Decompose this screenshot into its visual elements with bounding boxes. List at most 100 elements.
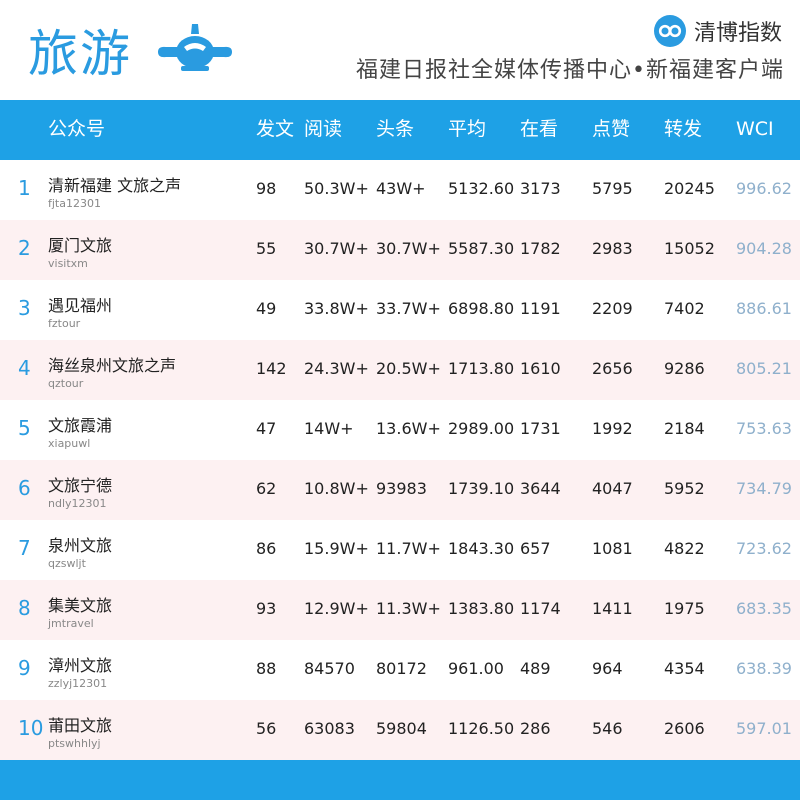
cell-shares: 4354 <box>664 659 705 678</box>
cell-reads: 50.3W+ <box>304 179 369 198</box>
cell-reads: 15.9W+ <box>304 539 369 558</box>
cell-wci: 886.61 <box>736 299 792 318</box>
cell-headline: 20.5W+ <box>376 359 441 378</box>
cell-average: 1739.10 <box>448 479 515 498</box>
cell-headline: 80172 <box>376 659 427 678</box>
cell-headline: 11.3W+ <box>376 599 441 618</box>
account-name: 海丝泉州文旅之声 <box>48 356 177 375</box>
account-name: 遇见福州 <box>48 296 113 315</box>
cell-reads: 10.8W+ <box>304 479 369 498</box>
cell-wci: 805.21 <box>736 359 792 378</box>
column-header-shares: 转发 <box>664 118 703 140</box>
cell-watching: 1191 <box>520 299 561 318</box>
cell-wci: 996.62 <box>736 179 792 198</box>
rank-number: 5 <box>18 416 31 440</box>
cell-likes: 4047 <box>592 479 633 498</box>
account-id: ptswhhlyj <box>48 737 101 750</box>
cell-shares: 5952 <box>664 479 705 498</box>
cell-watching: 3173 <box>520 179 561 198</box>
cell-watching: 489 <box>520 659 551 678</box>
cell-headline: 59804 <box>376 719 427 738</box>
cell-shares: 9286 <box>664 359 705 378</box>
cell-watching: 657 <box>520 539 551 558</box>
cell-wci: 734.79 <box>736 479 792 498</box>
cell-average: 5587.30 <box>448 239 515 258</box>
cell-likes: 1411 <box>592 599 633 618</box>
cell-posts: 55 <box>256 239 277 258</box>
account-name: 集美文旅 <box>48 596 113 615</box>
account-name: 泉州文旅 <box>48 536 113 555</box>
account-name: 漳州文旅 <box>48 656 113 675</box>
cell-posts: 62 <box>256 479 277 498</box>
column-header-headline: 头条 <box>376 118 415 140</box>
cell-headline: 11.7W+ <box>376 539 441 558</box>
cell-posts: 88 <box>256 659 277 678</box>
account-id: jmtravel <box>48 617 94 630</box>
column-header-account: 公众号 <box>48 118 106 140</box>
rank-number: 6 <box>18 476 31 500</box>
table-row: 10 莆田文旅 ptswhhlyj 56 63083 59804 1126.50 286 546… <box>0 700 800 760</box>
cell-average: 6898.80 <box>448 299 515 318</box>
account-name: 文旅霞浦 <box>48 416 113 435</box>
table-row: 3 遇见福州 fztour 49 33.8W+ 33.7W+ 6898.80 1191 2209… <box>0 280 800 340</box>
cell-posts: 56 <box>256 719 277 738</box>
cell-reads: 84570 <box>304 659 355 678</box>
cell-shares: 1975 <box>664 599 705 618</box>
column-header-likes: 点赞 <box>592 118 631 140</box>
cell-watching: 1174 <box>520 599 561 618</box>
table-row: 9 漳州文旅 zzlyj12301 88 84570 80172 961.00 489 964 4… <box>0 640 800 700</box>
footer-bar <box>0 760 800 800</box>
cell-shares: 15052 <box>664 239 715 258</box>
column-header-average: 平均 <box>448 118 487 140</box>
account-name: 清新福建 文旅之声 <box>48 176 182 195</box>
cell-watching: 1610 <box>520 359 561 378</box>
cell-watching: 1782 <box>520 239 561 258</box>
cell-wci: 597.01 <box>736 719 792 738</box>
account-id: visitxm <box>48 257 88 270</box>
brand-name: 清博指数 <box>693 21 782 46</box>
cell-average: 1713.80 <box>448 359 515 378</box>
cell-average: 1843.30 <box>448 539 515 558</box>
cell-posts: 142 <box>256 359 287 378</box>
rank-number: 1 <box>18 176 31 200</box>
brand: 清博指数 <box>653 14 782 48</box>
page-title: 旅游 <box>28 25 132 83</box>
cell-posts: 86 <box>256 539 277 558</box>
rank-number: 10 <box>18 716 44 740</box>
cell-shares: 2606 <box>664 719 705 738</box>
cell-watching: 1731 <box>520 419 561 438</box>
table-row: 5 文旅霞浦 xiapuwl 47 14W+ 13.6W+ 2989.00 1731 1992 2… <box>0 400 800 460</box>
cell-shares: 4822 <box>664 539 705 558</box>
table-row: 8 集美文旅 jmtravel 93 12.9W+ 11.3W+ 1383.80 1174 14… <box>0 580 800 640</box>
account-id: xiapuwl <box>48 437 91 450</box>
table-row: 7 泉州文旅 qzswljt 86 15.9W+ 11.7W+ 1843.30 657 1081… <box>0 520 800 580</box>
account-name: 莆田文旅 <box>48 716 113 735</box>
rank-number: 9 <box>18 656 31 680</box>
cell-shares: 7402 <box>664 299 705 318</box>
column-header-watching: 在看 <box>520 118 559 140</box>
cell-headline: 30.7W+ <box>376 239 441 258</box>
cell-shares: 20245 <box>664 179 715 198</box>
cell-reads: 33.8W+ <box>304 299 369 318</box>
cell-average: 1383.80 <box>448 599 515 618</box>
cell-likes: 1081 <box>592 539 633 558</box>
rank-number: 8 <box>18 596 31 620</box>
qingbo-logo-icon <box>653 15 686 47</box>
cell-reads: 14W+ <box>304 419 354 438</box>
cell-average: 2989.00 <box>448 419 515 438</box>
account-id: qztour <box>48 377 84 390</box>
cell-wci: 753.63 <box>736 419 792 438</box>
cell-headline: 93983 <box>376 479 427 498</box>
cell-reads: 12.9W+ <box>304 599 369 618</box>
rank-number: 4 <box>18 356 31 380</box>
subtitle: 福建日报社全媒体传播中心•新福建客户端 <box>356 58 784 83</box>
cell-posts: 93 <box>256 599 277 618</box>
cell-wci: 723.62 <box>736 539 792 558</box>
column-header-reads: 阅读 <box>304 118 343 140</box>
rank-number: 7 <box>18 536 31 560</box>
cell-posts: 98 <box>256 179 277 198</box>
cell-reads: 30.7W+ <box>304 239 369 258</box>
column-header-posts: 发文 <box>256 118 295 140</box>
cell-likes: 1992 <box>592 419 633 438</box>
cell-average: 961.00 <box>448 659 504 678</box>
